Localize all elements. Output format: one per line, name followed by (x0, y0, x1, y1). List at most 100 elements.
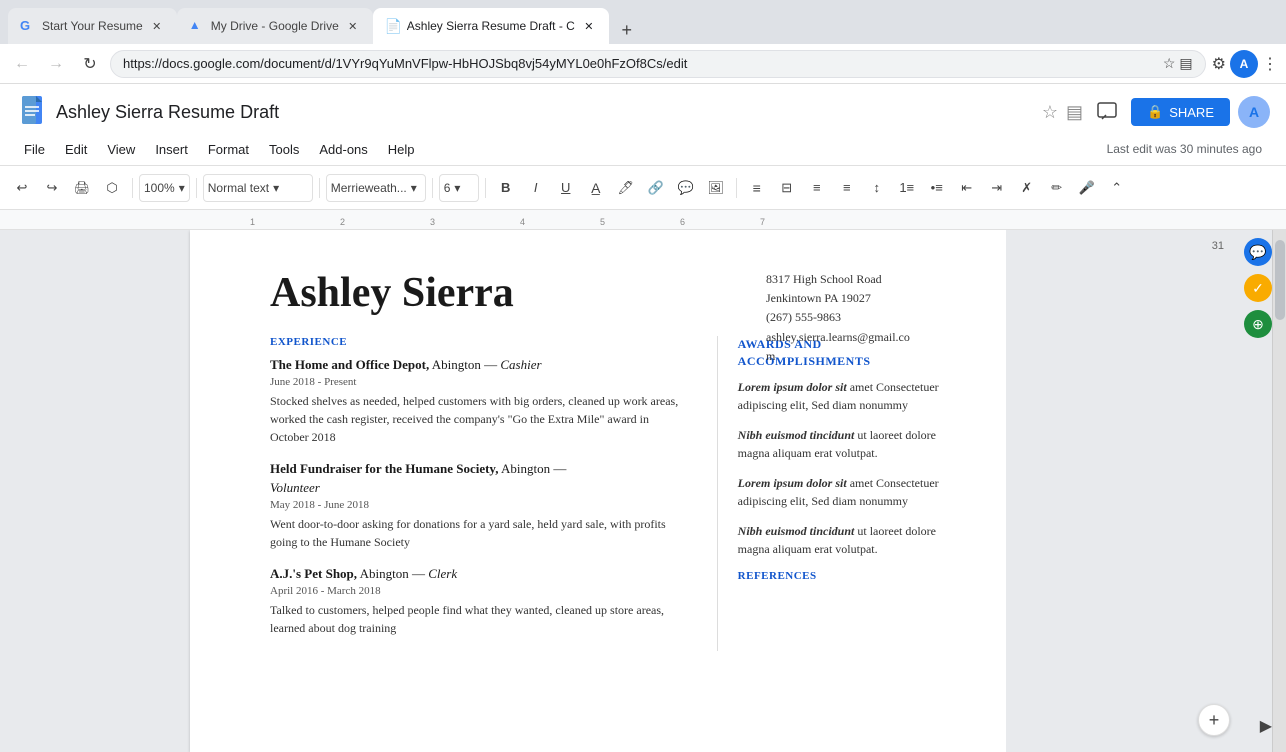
toolbar-sep-4 (432, 178, 433, 198)
job-3-role: Clerk (428, 566, 457, 581)
zoom-select[interactable]: 100% ▾ (139, 174, 190, 202)
highlight-button[interactable]: 🖊 (612, 174, 640, 202)
underline-button[interactable]: U (552, 174, 580, 202)
menu-addons[interactable]: Add-ons (311, 138, 375, 161)
award-4: Nibh euismod tincidunt ut laoreet dolore… (738, 522, 946, 558)
forward-button[interactable]: → (42, 50, 70, 78)
job-3-desc: Talked to customers, helped people find … (270, 601, 687, 637)
comment-insert-button[interactable]: 💬 (672, 174, 700, 202)
menu-bar: File Edit View Insert Format Tools Add-o… (16, 136, 1270, 165)
tab1-favicon: G (20, 18, 36, 34)
ruler-mark-2: 2 (340, 217, 345, 227)
job-3-company: A.J.'s Pet Shop, (270, 566, 357, 581)
award-2: Nibh euismod tincidunt ut laoreet dolore… (738, 426, 946, 462)
bullet-list-button[interactable]: •≡ (923, 174, 951, 202)
add-content-button[interactable]: + (1198, 704, 1230, 736)
job-3-title: A.J.'s Pet Shop, Abington — Clerk (270, 565, 687, 583)
zoom-dropdown-icon: ▾ (179, 181, 185, 195)
job-3-dates: April 2016 - March 2018 (270, 585, 687, 597)
link-button[interactable]: 🔗 (642, 174, 670, 202)
clear-format-button[interactable]: ✗ (1013, 174, 1041, 202)
tab3-close[interactable]: ✕ (581, 18, 597, 34)
document-page[interactable]: Ashley Sierra 8317 High School Road Jenk… (190, 230, 1006, 752)
job-2-dates: May 2018 - June 2018 (270, 499, 687, 511)
job-2-title: Held Fundraiser for the Humane Society, … (270, 460, 687, 496)
print-button[interactable]: 🖨 (68, 174, 96, 202)
menu-insert[interactable]: Insert (147, 138, 196, 161)
menu-format[interactable]: Format (200, 138, 257, 161)
toolbar-sep-1 (132, 178, 133, 198)
align-justify-button[interactable]: ≡ (833, 174, 861, 202)
job-1-company: The Home and Office Depot, (270, 357, 429, 372)
menu-view[interactable]: View (99, 138, 143, 161)
back-button[interactable]: ← (8, 50, 36, 78)
job-1-desc: Stocked shelves as needed, helped custom… (270, 392, 687, 446)
undo-button[interactable]: ↩ (8, 174, 36, 202)
voice-input-button[interactable]: 🎤 (1073, 174, 1101, 202)
spellcheck-sidebar-icon[interactable]: ✓ (1244, 274, 1272, 302)
expand-panel-button[interactable]: ▶ (1260, 716, 1272, 736)
spell-check-button[interactable]: ✏ (1043, 174, 1071, 202)
browser-chrome: G Start Your Resume ✕ ▲ My Drive - Googl… (0, 0, 1286, 84)
expand-button[interactable]: ⌃ (1103, 174, 1131, 202)
bookmark-star-icon[interactable]: ☆ (1163, 55, 1176, 72)
title-folder-icon[interactable]: ▤ (1066, 102, 1083, 123)
scrollbar-thumb[interactable] (1275, 240, 1285, 320)
image-button[interactable]: 🖼 (702, 174, 730, 202)
references-label: REFERENCES (738, 570, 946, 582)
style-select[interactable]: Normal text ▾ (203, 174, 313, 202)
user-avatar[interactable]: A (1238, 96, 1270, 128)
job-1-title: The Home and Office Depot, Abington — Ca… (270, 356, 687, 374)
align-center-button[interactable]: ⊟ (773, 174, 801, 202)
profile-avatar[interactable]: A (1230, 50, 1258, 78)
tab3-title: Ashley Sierra Resume Draft - C (407, 19, 575, 33)
address-bar-icons: ☆ ▤ (1163, 55, 1193, 72)
folder-save-icon[interactable]: ▤ (1179, 55, 1192, 72)
menu-tools[interactable]: Tools (261, 138, 307, 161)
toolbar: ↩ ↪ 🖨 ⬡ 100% ▾ Normal text ▾ Merrieweath… (0, 166, 1286, 210)
address-bar-row: ← → ↻ https://docs.google.com/document/d… (0, 44, 1286, 84)
new-tab-button[interactable]: + (613, 16, 641, 44)
redo-button[interactable]: ↪ (38, 174, 66, 202)
vertical-scrollbar[interactable] (1272, 230, 1286, 752)
menu-edit[interactable]: Edit (57, 138, 95, 161)
menu-help[interactable]: Help (380, 138, 423, 161)
text-color-button[interactable]: A̲ (582, 174, 610, 202)
toolbar-sep-2 (196, 178, 197, 198)
style-dropdown-icon: ▾ (273, 181, 279, 195)
job-1: The Home and Office Depot, Abington — Ca… (270, 356, 687, 446)
ruler: 1 2 3 4 5 6 7 (0, 210, 1286, 230)
italic-button[interactable]: I (522, 174, 550, 202)
menu-file[interactable]: File (16, 138, 53, 161)
browser-menu-icon[interactable]: ⋮ (1262, 54, 1278, 74)
increase-indent-button[interactable]: ⇥ (983, 174, 1011, 202)
address-bar[interactable]: https://docs.google.com/document/d/1VYr9… (110, 50, 1206, 78)
tab-start-resume[interactable]: G Start Your Resume ✕ (8, 8, 177, 44)
fontsize-select[interactable]: 6 ▾ (439, 174, 479, 202)
refresh-button[interactable]: ↻ (76, 50, 104, 78)
comment-button[interactable] (1091, 96, 1123, 128)
comments-sidebar-icon[interactable]: 💬 (1244, 238, 1272, 266)
job-3: A.J.'s Pet Shop, Abington — Clerk April … (270, 565, 687, 637)
doc-title[interactable]: Ashley Sierra Resume Draft (56, 102, 1034, 123)
font-select[interactable]: Merrieweath... ▾ (326, 174, 426, 202)
extensions-icon[interactable]: ⚙ (1212, 54, 1226, 74)
paint-format-button[interactable]: ⬡ (98, 174, 126, 202)
tab-docs-active[interactable]: 📄 Ashley Sierra Resume Draft - C ✕ (373, 8, 609, 44)
align-right-button[interactable]: ≡ (803, 174, 831, 202)
line-spacing-button[interactable]: ↕ (863, 174, 891, 202)
contact-address: 8317 High School Road (766, 270, 966, 289)
tab1-close[interactable]: ✕ (149, 18, 165, 34)
docs-header: Ashley Sierra Resume Draft ☆ ▤ 🔒 SHARE A… (0, 84, 1286, 166)
decrease-indent-button[interactable]: ⇤ (953, 174, 981, 202)
title-star-icon[interactable]: ☆ (1042, 102, 1058, 123)
align-left-button[interactable]: ≡ (743, 174, 771, 202)
tab2-close[interactable]: ✕ (345, 18, 361, 34)
numbered-list-button[interactable]: 1≡ (893, 174, 921, 202)
bold-button[interactable]: B (492, 174, 520, 202)
explore-sidebar-icon[interactable]: ⊕ (1244, 310, 1272, 338)
share-lock-icon: 🔒 (1147, 104, 1163, 120)
right-panel: 💬 ✓ ⊕ (1006, 230, 1286, 752)
tab-google-drive[interactable]: ▲ My Drive - Google Drive ✕ (177, 8, 373, 44)
share-button[interactable]: 🔒 SHARE (1131, 98, 1230, 126)
